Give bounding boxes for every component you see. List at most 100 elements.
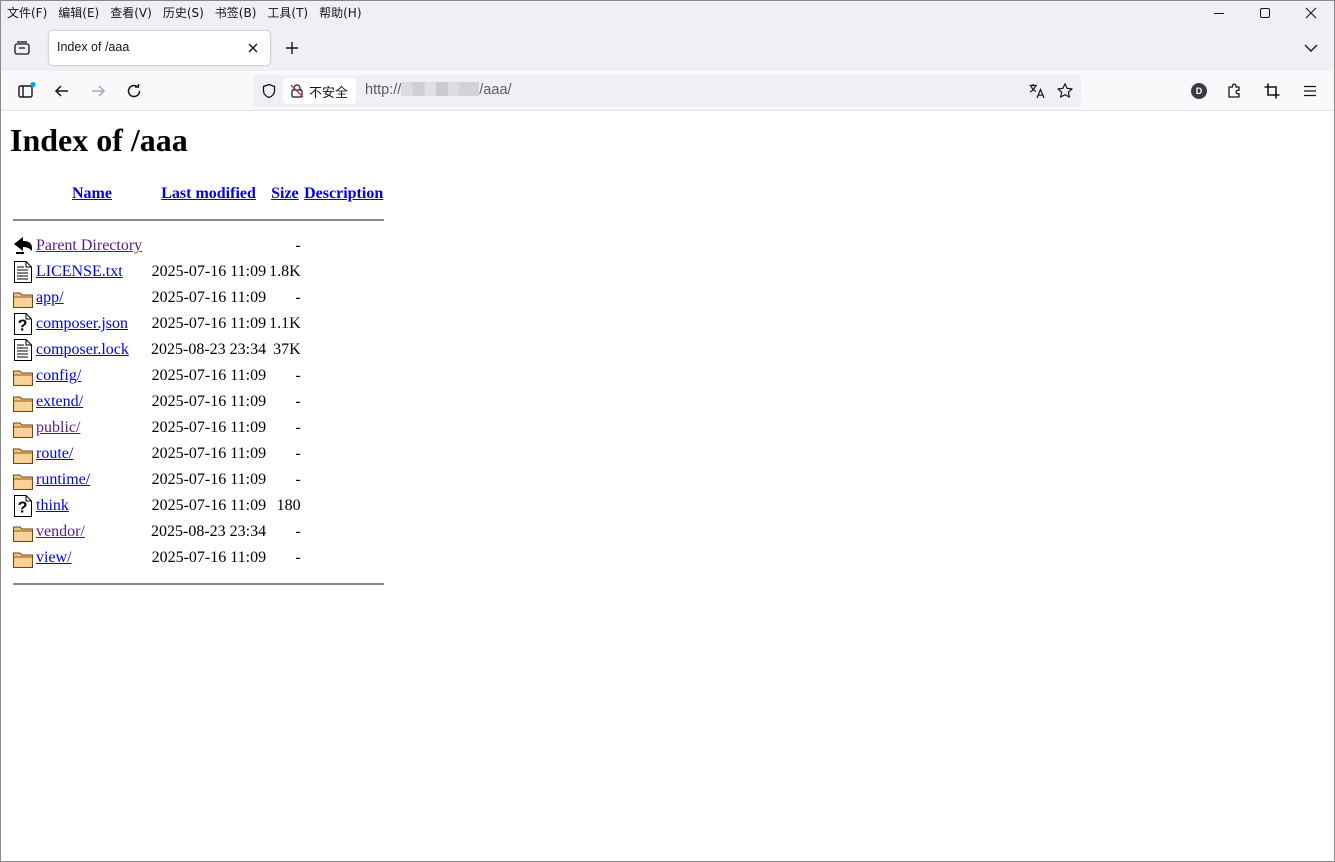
entry-link[interactable]: think <box>36 497 69 514</box>
row-modified-cell: 2025-07-16 11:09 <box>151 367 267 384</box>
row-modified-cell: 2025-07-16 11:09 <box>151 263 267 280</box>
row-description-cell <box>304 545 384 571</box>
entry-link[interactable]: Parent Directory <box>36 237 142 254</box>
table-row: runtime/2025-07-16 11:09 - <box>13 467 384 493</box>
tab-manager-button[interactable] <box>9 35 35 61</box>
menu-bookmarks[interactable]: 书签(B) <box>209 3 262 23</box>
row-name-cell: think <box>36 493 148 519</box>
sidebar-icon <box>18 81 36 98</box>
url-input[interactable]: http:// /aaa/ <box>365 82 512 98</box>
entry-link[interactable]: route/ <box>36 445 73 462</box>
row-name-cell: extend/ <box>36 389 148 415</box>
table-row: composer.lock 2025-08-23 23:34 37K <box>13 337 384 363</box>
translate-button[interactable] <box>1027 81 1047 101</box>
folder-icon <box>13 417 33 439</box>
folder-icon <box>13 391 33 413</box>
row-description-cell <box>304 519 384 545</box>
navigation-toolbar: 不安全 http:// /aaa/ D <box>1 71 1334 111</box>
sort-by-modified-link[interactable]: Last modified <box>161 185 256 202</box>
bookmark-star-button[interactable] <box>1055 81 1075 101</box>
row-description-cell <box>304 363 384 389</box>
minimize-button[interactable] <box>1196 1 1242 25</box>
entry-link[interactable]: view/ <box>36 549 72 566</box>
page-content: Index of /aaa Name Last modified Size De… <box>1 112 1334 861</box>
separator-row <box>13 571 384 597</box>
row-size-cell: - <box>295 393 301 410</box>
entry-link[interactable]: public/ <box>36 419 80 436</box>
menu-file[interactable]: 文件(F) <box>1 3 52 23</box>
header-row: Name Last modified Size Description <box>13 181 384 207</box>
sidebar-button[interactable] <box>12 77 40 105</box>
menu-help[interactable]: 帮助(H) <box>313 3 366 23</box>
maximize-button[interactable] <box>1242 1 1288 25</box>
account-button[interactable]: D <box>1185 77 1213 105</box>
table-row: LICENSE.txt 2025-07-16 11:09 1.8K <box>13 259 384 285</box>
table-row: config/2025-07-16 11:09 - <box>13 363 384 389</box>
folder-icon <box>13 287 33 309</box>
row-size-cell: 1.1K <box>269 315 301 332</box>
site-security-button[interactable]: 不安全 <box>283 78 357 104</box>
row-name-cell: runtime/ <box>36 467 148 493</box>
entry-link[interactable]: composer.json <box>36 315 128 332</box>
row-description-cell <box>304 311 384 337</box>
screenshot-button[interactable] <box>1258 77 1286 105</box>
sort-by-name-link[interactable]: Name <box>72 185 112 202</box>
table-row: extend/2025-07-16 11:09 - <box>13 389 384 415</box>
row-description-cell <box>304 285 384 311</box>
list-all-tabs-button[interactable] <box>1300 37 1322 59</box>
entry-link[interactable]: runtime/ <box>36 471 90 488</box>
url-path: /aaa/ <box>479 82 512 98</box>
unknown-file-icon: ? <box>13 313 33 335</box>
row-icon-cell: ? <box>13 493 33 519</box>
entry-link[interactable]: config/ <box>36 367 81 384</box>
new-tab-button[interactable] <box>280 36 304 60</box>
menu-history[interactable]: 历史(S) <box>157 3 209 23</box>
crop-icon <box>1264 83 1280 99</box>
back-button[interactable] <box>48 77 76 105</box>
table-row: route/2025-07-16 11:09 - <box>13 441 384 467</box>
close-window-button[interactable] <box>1288 1 1334 25</box>
row-name-cell: composer.lock <box>36 337 148 363</box>
text-file-icon <box>13 339 33 361</box>
url-bar[interactable]: 不安全 http:// /aaa/ <box>253 75 1081 107</box>
folder-icon <box>13 521 33 543</box>
menu-edit[interactable]: 编辑(E) <box>52 3 104 23</box>
row-size-cell: - <box>295 289 301 306</box>
name-column-header: Name <box>36 181 148 207</box>
entry-link[interactable]: extend/ <box>36 393 83 410</box>
forward-button[interactable] <box>84 77 112 105</box>
row-modified-cell: 2025-07-16 11:09 <box>151 315 267 332</box>
menu-view[interactable]: 查看(V) <box>104 3 157 23</box>
tab-strip: Index of /aaa <box>1 25 1334 71</box>
minimize-icon <box>1214 13 1224 14</box>
entry-link[interactable]: vendor/ <box>36 523 85 540</box>
icon-column-header <box>13 181 33 207</box>
separator-line <box>13 219 384 221</box>
entry-link[interactable]: app/ <box>36 289 64 306</box>
row-size-cell: - <box>295 471 301 488</box>
svg-text:?: ? <box>18 500 28 517</box>
close-icon <box>248 43 258 53</box>
plus-icon <box>286 42 298 54</box>
extensions-button[interactable] <box>1221 77 1249 105</box>
row-description-cell <box>304 337 384 363</box>
app-menu-button[interactable] <box>1296 77 1324 105</box>
row-description-cell <box>304 259 384 285</box>
separator-row <box>13 207 384 233</box>
entry-link[interactable]: LICENSE.txt <box>36 263 123 280</box>
sort-by-size-link[interactable]: Size <box>271 185 299 202</box>
row-modified-cell: 2025-07-16 11:09 <box>151 289 267 306</box>
row-size-cell: - <box>295 523 301 540</box>
sort-by-description-link[interactable]: Description <box>304 185 383 202</box>
menu-tools[interactable]: 工具(T) <box>261 3 313 23</box>
redacted-host <box>401 82 480 96</box>
row-icon-cell <box>13 363 33 389</box>
reload-button[interactable] <box>120 77 148 105</box>
entry-link[interactable]: composer.lock <box>36 341 129 358</box>
row-icon-cell <box>13 285 33 311</box>
chevron-down-icon <box>1304 44 1318 52</box>
tab-active[interactable]: Index of /aaa <box>49 31 270 65</box>
tracking-protection-button[interactable] <box>259 81 279 101</box>
row-icon-cell <box>13 545 33 571</box>
tab-close-button[interactable] <box>244 39 262 57</box>
